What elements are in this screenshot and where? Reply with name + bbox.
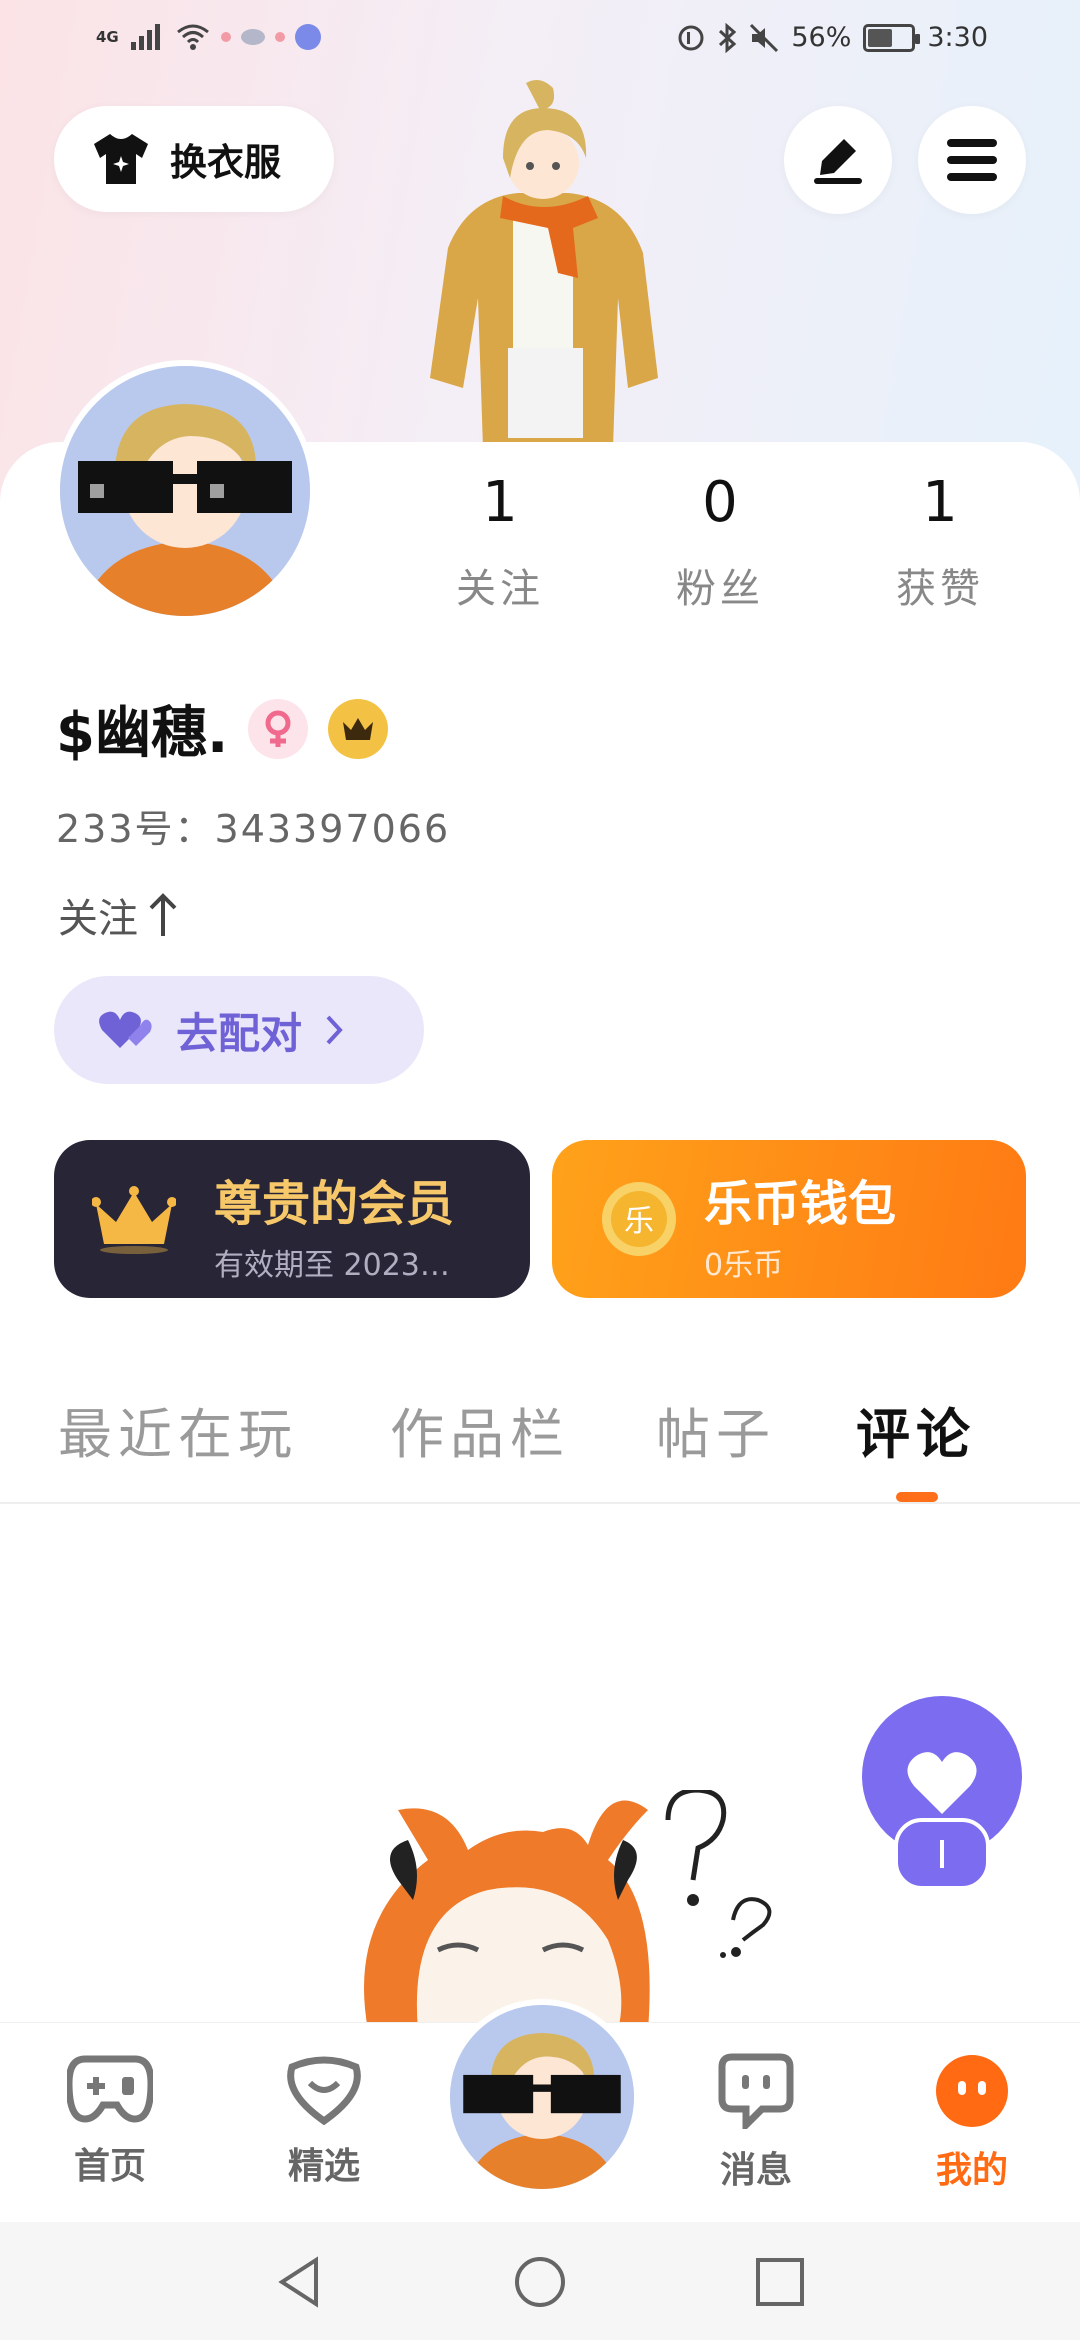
signal-icon bbox=[130, 24, 160, 50]
go-match-button[interactable]: 去配对 bbox=[54, 976, 424, 1084]
profile-page: 4G 56% 3:30 换衣服 1 关注 0 粉丝 1 获赞 $幽穗. 233号… bbox=[0, 0, 1080, 2340]
profile-tabs: 最近在玩 作品栏 帖子 评论 bbox=[0, 1390, 1080, 1504]
battery-percent: 56% bbox=[791, 22, 852, 53]
gold-crown-icon bbox=[92, 1186, 176, 1254]
recents-square-icon[interactable] bbox=[752, 2254, 808, 2310]
profile-avatar[interactable] bbox=[54, 360, 316, 622]
gamepad-icon bbox=[65, 2055, 155, 2123]
nav-avatar-image bbox=[450, 2005, 634, 2189]
bluetooth-icon bbox=[719, 22, 737, 53]
arrow-up-icon bbox=[149, 893, 177, 936]
status-bar-right: 56% 3:30 bbox=[677, 22, 988, 53]
username-row: $幽穗. bbox=[56, 688, 389, 769]
following-count: 1 bbox=[482, 470, 518, 535]
profile-face-icon bbox=[936, 2055, 1008, 2127]
shirt-icon bbox=[94, 134, 148, 184]
nav-me[interactable]: 我的 bbox=[902, 2053, 1042, 2193]
stat-likes[interactable]: 1 获赞 bbox=[840, 470, 1040, 614]
bottom-navigation: 首页 精选 消息 我的 bbox=[0, 1999, 1080, 2222]
message-icon bbox=[718, 2053, 794, 2134]
tab-comments[interactable]: 评论 bbox=[856, 1390, 976, 1469]
coin-icon: 乐 bbox=[602, 1182, 676, 1256]
tab-works[interactable]: 作品栏 bbox=[390, 1390, 570, 1469]
system-navigation-bar bbox=[0, 2222, 1080, 2340]
heart-box-icon bbox=[287, 2056, 361, 2126]
followers-label: 粉丝 bbox=[676, 566, 764, 612]
avatar-character-illustration bbox=[430, 79, 658, 448]
chevron-right-icon bbox=[326, 1015, 343, 1045]
nav-home[interactable]: 首页 bbox=[40, 2053, 180, 2189]
nav-me-label: 我的 bbox=[935, 2150, 1008, 2191]
status-bar-left: 4G bbox=[96, 22, 321, 52]
nav-featured-label: 精选 bbox=[287, 2146, 360, 2187]
nav-messages-label: 消息 bbox=[719, 2150, 792, 2191]
battery-icon bbox=[863, 23, 921, 52]
profile-stats: 1 关注 0 粉丝 1 获赞 bbox=[400, 470, 1040, 620]
avatar-image bbox=[60, 366, 310, 616]
username: $幽穗. bbox=[56, 701, 229, 766]
vip-card-expiry: 有效期至 2023… bbox=[214, 1248, 450, 1283]
vip-card-title: 尊贵的会员 bbox=[214, 1176, 455, 1232]
double-heart-icon bbox=[99, 1011, 152, 1048]
user-id: 233号：343397066 bbox=[56, 807, 451, 851]
wallet-balance: 0乐币 bbox=[704, 1248, 784, 1283]
menu-icon bbox=[947, 139, 997, 181]
wifi-icon bbox=[176, 24, 209, 50]
follow-link[interactable]: 关注 bbox=[58, 886, 178, 944]
nav-featured[interactable]: 精选 bbox=[254, 2053, 394, 2189]
coin-glyph: 乐 bbox=[624, 1204, 654, 1239]
network-type: 4G bbox=[96, 28, 119, 46]
notification-dot-icon bbox=[274, 32, 285, 42]
nav-home-label: 首页 bbox=[73, 2146, 146, 2187]
active-tab-indicator bbox=[896, 1492, 938, 1502]
wallet-card-title: 乐币钱包 bbox=[704, 1176, 897, 1232]
likes-count: 1 bbox=[922, 470, 958, 535]
following-label: 关注 bbox=[456, 566, 544, 612]
clock: 3:30 bbox=[927, 22, 988, 53]
follow-link-label: 关注 bbox=[58, 896, 138, 942]
music-app-icon bbox=[294, 24, 321, 50]
female-gender-icon bbox=[248, 698, 309, 759]
tab-recently-played[interactable]: 最近在玩 bbox=[58, 1390, 298, 1469]
wallet-card[interactable]: 乐 乐币钱包 0乐币 bbox=[552, 1140, 1026, 1298]
mute-icon bbox=[750, 23, 779, 52]
home-circle-icon[interactable] bbox=[512, 2254, 568, 2310]
vip-membership-card[interactable]: 尊贵的会员 有效期至 2023… bbox=[54, 1140, 530, 1298]
status-bar: 4G 56% 3:30 bbox=[0, 0, 1080, 86]
change-outfit-label: 换衣服 bbox=[170, 141, 281, 184]
stat-followers[interactable]: 0 粉丝 bbox=[620, 470, 820, 614]
followers-count: 0 bbox=[702, 470, 738, 535]
tab-posts[interactable]: 帖子 bbox=[656, 1390, 776, 1469]
nav-messages[interactable]: 消息 bbox=[686, 2053, 826, 2193]
menu-button[interactable] bbox=[918, 106, 1026, 214]
floating-like-button[interactable] bbox=[860, 1694, 1024, 1894]
back-icon[interactable] bbox=[272, 2254, 328, 2310]
stat-following[interactable]: 1 关注 bbox=[400, 470, 600, 614]
nav-avatar-button[interactable] bbox=[444, 1999, 640, 2195]
change-outfit-button[interactable]: 换衣服 bbox=[54, 106, 334, 212]
vip-crown-icon[interactable] bbox=[328, 698, 389, 759]
empty-state-mascot-illustration bbox=[364, 1790, 772, 2030]
planet-app-icon bbox=[240, 29, 265, 45]
edit-profile-button[interactable] bbox=[784, 106, 892, 214]
likes-label: 获赞 bbox=[896, 566, 984, 612]
edit-icon bbox=[814, 139, 862, 184]
go-match-label: 去配对 bbox=[176, 1008, 303, 1058]
nfc-icon bbox=[678, 25, 704, 50]
notification-dot-icon bbox=[220, 32, 231, 42]
